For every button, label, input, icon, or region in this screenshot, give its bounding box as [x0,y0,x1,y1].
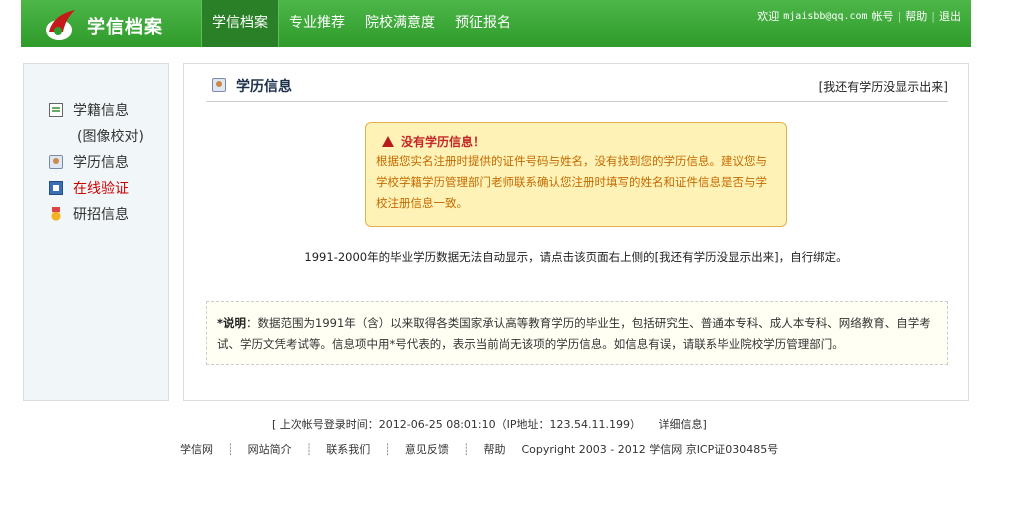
person-card-icon [212,78,226,92]
divider: ┊ [227,442,234,456]
logo-icon [46,10,75,40]
sidebar-item-online-verify[interactable]: 在线验证 [49,175,144,201]
help-link[interactable]: 帮助 [905,8,927,24]
medal-icon [49,207,63,221]
top-header: 学信档案 学信档案 专业推荐 院校满意度 预征报名 欢迎 mjaisbb@qq.… [21,0,971,47]
main-nav: 学信档案 专业推荐 院校满意度 预征报名 [201,0,521,47]
warning-box: 没有学历信息！ 根据您实名注册时提供的证件号码与姓名，没有找到您的学历信息。建议… [365,122,787,227]
sidebar-item-image-check[interactable]: (图像校对) [49,123,144,149]
footer-link-chsi[interactable]: 学信网 [180,441,213,457]
person-card-icon [49,155,63,169]
footer-links: 学信网 ┊ 网站简介 ┊ 联系我们 ┊ 意见反馈 ┊ 帮助 Copyright … [180,441,778,457]
nav-major-recommend[interactable]: 专业推荐 [279,0,355,47]
sidebar-item-student-status[interactable]: 学籍信息 [49,97,144,123]
last-login-text: [ 上次帐号登录时间：2012-06-25 08:01:10（IP地址：123.… [272,418,641,431]
explanation-text: ：数据范围为1991年（含）以来取得各类国家承认高等教育学历的毕业生，包括研究生… [217,316,931,351]
divider: ┊ [384,442,391,456]
nav-pre-enlist[interactable]: 预征报名 [445,0,521,47]
user-bar: 欢迎 mjaisbb@qq.com 帐号 | 帮助 | 退出 [757,8,961,24]
divider: ┊ [462,442,470,456]
verify-icon [49,181,63,195]
sidebar-item-label: 学籍信息 [73,103,129,119]
footer-link-feedback[interactable]: 意见反馈 [405,441,449,457]
explanation-box: *说明：数据范围为1991年（含）以来取得各类国家承认高等教育学历的毕业生，包括… [206,301,948,365]
divider: | [931,9,935,23]
divider: ┊ [305,442,313,456]
footer-link-about[interactable]: 网站简介 [248,441,292,457]
nav-college-satisfaction[interactable]: 院校满意度 [355,0,445,47]
sidebar: 学籍信息 (图像校对) 学历信息 在线验证 研招信息 [23,63,169,401]
copyright-text: Copyright 2003 - 2012 学信网 京ICP证030485号 [521,443,779,456]
sidebar-item-label: (图像校对) [77,129,144,145]
warning-title: 没有学历信息！ [382,133,776,150]
login-detail-link[interactable]: 详细信息] [658,418,706,431]
user-email: mjaisbb@qq.com [783,10,868,22]
sidebar-item-label: 研招信息 [73,207,129,223]
welcome-text: 欢迎 [757,10,780,23]
notice-text: 1991-2000年的毕业学历数据无法自动显示，请点击该页面右上侧的[我还有学历… [304,250,848,264]
sidebar-item-graduate-admission[interactable]: 研招信息 [49,201,144,227]
sidebar-item-label: 在线验证 [73,181,129,197]
footer-link-contact[interactable]: 联系我们 [326,441,370,457]
sidebar-menu: 学籍信息 (图像校对) 学历信息 在线验证 研招信息 [49,97,144,227]
sidebar-item-education[interactable]: 学历信息 [49,149,144,175]
warning-title-text: 没有学历信息！ [401,135,486,149]
document-icon [49,103,63,117]
sidebar-item-label: 学历信息 [73,155,129,171]
divider: | [897,9,902,23]
last-login-info: [ 上次帐号登录时间：2012-06-25 08:01:10（IP地址：123.… [272,416,707,432]
warning-text: 根据您实名注册时提供的证件号码与姓名，没有找到您的学历信息。建议您与学校学籍学历… [376,154,767,210]
logo-text: 学信档案 [87,17,163,38]
warning-icon [382,136,394,147]
page-title: 学历信息 [236,79,292,95]
explanation-label: *说明 [217,316,247,330]
main-panel: 学历信息 [我还有学历没显示出来] 没有学历信息！ 根据您实名注册时提供的证件号… [183,63,969,401]
footer-link-help[interactable]: 帮助 [484,441,506,457]
section-header: 学历信息 [我还有学历没显示出来] [206,76,948,102]
account-link[interactable]: 帐号 [872,8,894,24]
missing-education-link[interactable]: [我还有学历没显示出来] [819,78,948,95]
nav-xuexin-archive[interactable]: 学信档案 [201,0,279,47]
logout-link[interactable]: 退出 [939,8,961,24]
